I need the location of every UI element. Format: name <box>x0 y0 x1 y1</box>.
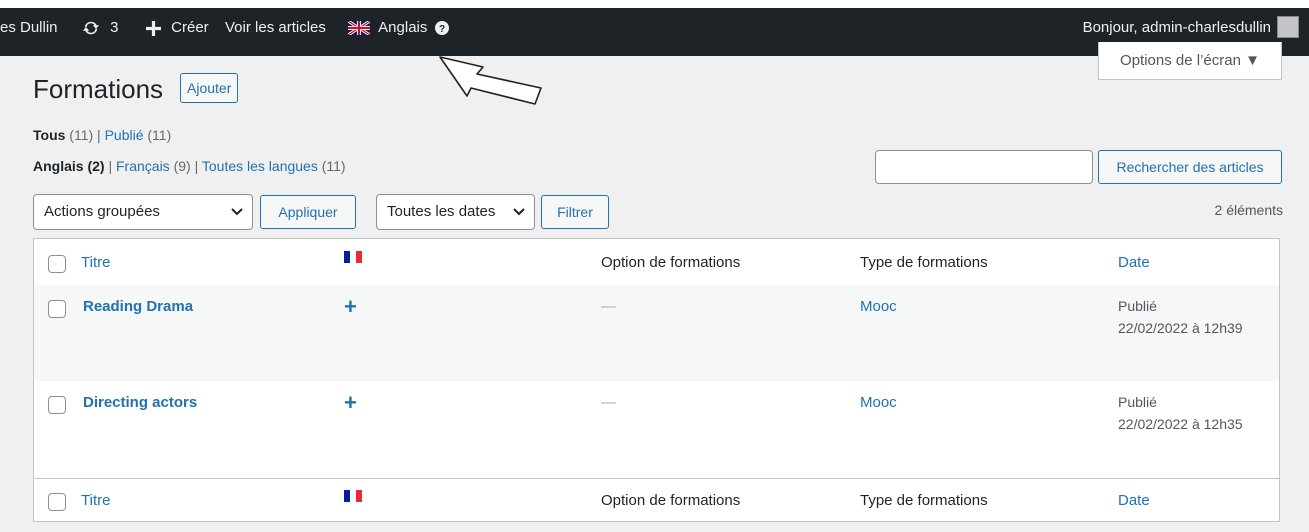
language-switcher[interactable]: Anglais ? <box>347 17 449 39</box>
filter-all[interactable]: Tous <box>33 127 65 143</box>
updates-count: 3 <box>110 19 119 36</box>
type-link[interactable]: Mooc <box>860 394 897 411</box>
filter-all-count: (11) <box>69 127 94 143</box>
post-date: 22/02/2022 à 12h35 <box>1118 416 1243 432</box>
post-title-link[interactable]: Directing actors <box>83 394 197 411</box>
page-title: Formations <box>33 74 164 104</box>
filter-button[interactable]: Filtrer <box>541 195 609 229</box>
language-label: Anglais <box>378 19 428 36</box>
filter-separator: | <box>97 127 101 143</box>
post-status: Publié <box>1118 298 1157 314</box>
uk-flag-icon <box>347 19 371 37</box>
top-strip <box>0 0 1309 8</box>
french-flag-icon <box>344 490 362 502</box>
column-type-header: Type de formations <box>860 254 988 271</box>
row-checkbox[interactable] <box>48 396 66 414</box>
post-date: 22/02/2022 à 12h39 <box>1118 320 1243 336</box>
option-value: — <box>601 298 616 315</box>
site-name-link[interactable]: es Dullin <box>0 17 58 39</box>
chevron-down-icon <box>513 208 525 216</box>
search-input[interactable] <box>875 150 1093 184</box>
help-icon[interactable]: ? <box>434 21 449 36</box>
refresh-icon <box>82 21 100 35</box>
chevron-down-icon <box>231 208 243 216</box>
add-translation-icon[interactable]: + <box>344 294 357 320</box>
annotation-arrow-icon <box>439 56 542 105</box>
account-greeting[interactable]: Bonjour, admin-charlesdullin <box>1083 17 1271 39</box>
view-posts-link[interactable]: Voir les articles <box>225 17 326 39</box>
lang-filter-all[interactable]: Toutes les langues <box>202 158 318 174</box>
status-filters: Tous (11) | Publié (11) <box>33 127 171 143</box>
language-filters: Anglais (2) | Français (9) | Toutes les … <box>33 158 346 174</box>
date-filter-value: Toutes les dates <box>387 203 496 220</box>
lang-french-count: (9) <box>173 158 191 174</box>
lang-separator: | <box>108 158 113 174</box>
column-option-footer: Option de formations <box>601 492 741 509</box>
french-flag-icon <box>344 251 362 263</box>
plus-icon <box>146 20 161 36</box>
column-date-footer[interactable]: Date <box>1118 492 1150 509</box>
lang-filter-french[interactable]: Français <box>116 158 170 174</box>
column-date-header[interactable]: Date <box>1118 254 1150 271</box>
add-new-button[interactable]: Ajouter <box>180 73 239 103</box>
date-cell: Publié 22/02/2022 à 12h35 <box>1118 391 1243 435</box>
items-count: 2 éléments <box>1214 202 1283 218</box>
select-all-checkbox[interactable] <box>48 493 66 511</box>
screen-options-button[interactable]: Options de l’écran ▼ <box>1098 42 1282 80</box>
filter-published-count: (11) <box>147 127 172 143</box>
date-filter-select[interactable]: Toutes les dates <box>376 194 535 230</box>
lang-all-count: (11) <box>321 158 346 174</box>
option-value: — <box>601 394 616 411</box>
create-menu[interactable]: Créer <box>146 17 209 39</box>
column-title-header[interactable]: Titre <box>81 254 110 271</box>
add-translation-icon[interactable]: + <box>344 390 357 416</box>
updates-link[interactable]: 3 <box>82 17 119 39</box>
search-button[interactable]: Rechercher des articles <box>1098 150 1282 184</box>
bulk-actions-value: Actions groupées <box>44 203 160 220</box>
post-status: Publié <box>1118 394 1157 410</box>
post-title-link[interactable]: Reading Drama <box>83 298 193 315</box>
date-cell: Publié 22/02/2022 à 12h39 <box>1118 295 1243 339</box>
column-option-header: Option de formations <box>601 254 741 271</box>
filter-published[interactable]: Publié <box>105 127 144 143</box>
posts-table: Titre Option de formations Type de forma… <box>33 238 1280 522</box>
row-checkbox[interactable] <box>48 300 66 318</box>
table-footer-row: Titre Option de formations Type de forma… <box>34 478 1279 524</box>
table-row: Directing actors + — Mooc Publié 22/02/2… <box>34 381 1279 478</box>
type-link[interactable]: Mooc <box>860 298 897 315</box>
create-label: Créer <box>171 19 209 36</box>
apply-button[interactable]: Appliquer <box>260 195 356 229</box>
table-row: Reading Drama + — Mooc Publié 22/02/2022… <box>34 285 1279 381</box>
svg-text:?: ? <box>438 24 444 35</box>
column-type-footer: Type de formations <box>860 492 988 509</box>
select-all-checkbox[interactable] <box>48 255 66 273</box>
column-title-footer[interactable]: Titre <box>81 492 110 509</box>
lang-separator: | <box>194 158 199 174</box>
table-header-row: Titre Option de formations Type de forma… <box>34 239 1279 286</box>
avatar[interactable] <box>1277 16 1299 38</box>
lang-filter-english[interactable]: Anglais (2) <box>33 158 105 174</box>
bulk-actions-select[interactable]: Actions groupées <box>33 194 253 230</box>
